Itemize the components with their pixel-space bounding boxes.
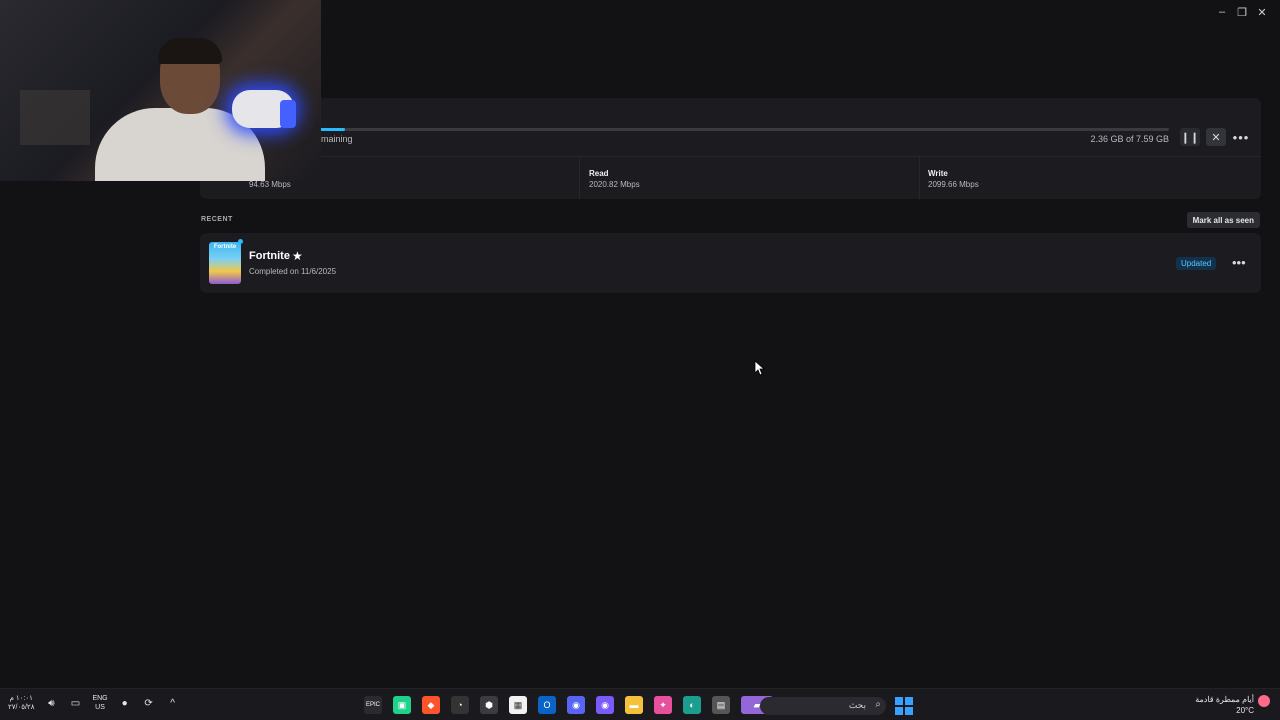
app-icon[interactable]: ▣ [393,696,411,714]
taskbar: ١٠:٠١ م ٢٧/٠٥/٢٨ 🔊︎ ▭ ENG US ● ⟳ ^ EPIC … [0,688,1280,720]
weather-icon [1258,695,1270,707]
folder-icon[interactable]: ▬ [625,696,643,714]
status-badge: Updated [1176,257,1217,270]
sync-icon[interactable]: ⟳ [142,696,156,710]
close-icon[interactable]: ✕ [1252,2,1272,22]
network-value: 94.63 Mbps [249,180,291,189]
webcam-overlay [0,0,321,181]
search-input[interactable]: بحث ⌕ [760,697,886,715]
epic-games-icon[interactable]: EPIC [364,696,382,714]
background-frame [20,90,90,145]
divider [200,156,1261,157]
game-thumbnail: Fortnite [209,242,241,284]
taskbar-apps: EPIC ▣ ◆ ◔ ⬢ ▦ O ◉ ◉ ▬ ✦ ◐ ▤ ▰ [364,696,773,714]
clock-date: ٢٧/٠٥/٢٨ [8,704,35,711]
microphone-icon[interactable]: ● [118,696,132,710]
outlook-icon[interactable]: O [538,696,556,714]
edge-icon[interactable]: ◐ [683,696,701,714]
write-value: 2099.66 Mbps [928,180,979,189]
chevron-up-icon[interactable]: ^ [166,696,180,710]
windows-logo-icon [895,707,903,715]
write-label: Write [928,169,948,178]
copilot-icon[interactable]: ✦ [654,696,672,714]
search-placeholder: بحث [848,700,866,710]
weather-widget[interactable]: أيام ممطرة قادمة 20°C [1195,694,1254,716]
read-stat: Read 2020.82 Mbps [589,169,640,189]
cancel-button[interactable]: ✕ [1206,128,1226,146]
lang-bottom: US [95,704,105,711]
recent-heading: RECENT [201,216,233,223]
thumbnail-title: Fortnite [213,244,237,250]
download-panel: maining 2.36 GB of 7.59 GB ❙❙ ✕ ••• 94.6… [200,98,1261,199]
volume-icon[interactable]: 🔊︎ [44,696,58,710]
app-icon[interactable]: ▤ [712,696,730,714]
new-indicator [238,239,243,244]
read-label: Read [589,169,609,178]
weather-temp: 20°C [1236,706,1254,715]
completed-date: Completed on 11/6/2025 [249,267,337,276]
brave-browser-icon[interactable]: ◆ [422,696,440,714]
app-icon[interactable]: ⬢ [480,696,498,714]
clock[interactable]: ١٠:٠١ م ٢٧/٠٥/٢٨ [8,694,34,712]
discord-ptb-icon[interactable]: ◉ [596,696,614,714]
window-controls: – ❐ ✕ [1212,2,1272,22]
download-size: 2.36 GB of 7.59 GB [1090,134,1169,144]
discord-icon[interactable]: ◉ [567,696,585,714]
system-tray: ١٠:٠١ م ٢٧/٠٥/٢٨ 🔊︎ ▭ ENG US ● ⟳ ^ [8,694,180,712]
write-stat: Write 2099.66 Mbps [928,169,979,189]
person-hair [158,38,222,64]
game-title: Fortnite [249,250,290,262]
mark-all-seen-button[interactable]: Mark all as seen [1186,212,1260,228]
more-options-button[interactable]: ••• [1231,128,1251,146]
lang-top: ENG [92,695,108,702]
progress-fill [320,128,346,131]
star-icon[interactable]: ★ [292,249,303,263]
list-item[interactable]: Fortnite Fortnite ★ Completed on 11/6/20… [200,233,1261,293]
windows-logo-icon [905,697,913,705]
maximize-icon[interactable]: ❐ [1232,2,1252,22]
start-button[interactable] [895,697,913,715]
search-icon: ⌕ [875,699,881,710]
clock-time: ١٠:٠١ م [9,695,33,702]
windows-logo-icon [895,697,903,705]
more-options-button[interactable]: ••• [1232,255,1246,270]
divider [579,157,580,199]
clock-app-icon[interactable]: ◔ [451,696,469,714]
minimize-icon[interactable]: – [1212,2,1232,22]
language-switcher[interactable]: ENG US [92,694,107,712]
progress-bar [320,128,1169,131]
weather-text: أيام ممطرة قادمة [1195,695,1254,704]
read-value: 2020.82 Mbps [589,180,640,189]
pause-button[interactable]: ❙❙ [1180,128,1200,146]
network-icon[interactable]: ▭ [68,696,82,710]
time-remaining: maining [321,134,353,144]
microphone-light [280,100,296,128]
divider [919,157,920,199]
windows-logo-icon [905,707,913,715]
store-icon[interactable]: ▦ [509,696,527,714]
